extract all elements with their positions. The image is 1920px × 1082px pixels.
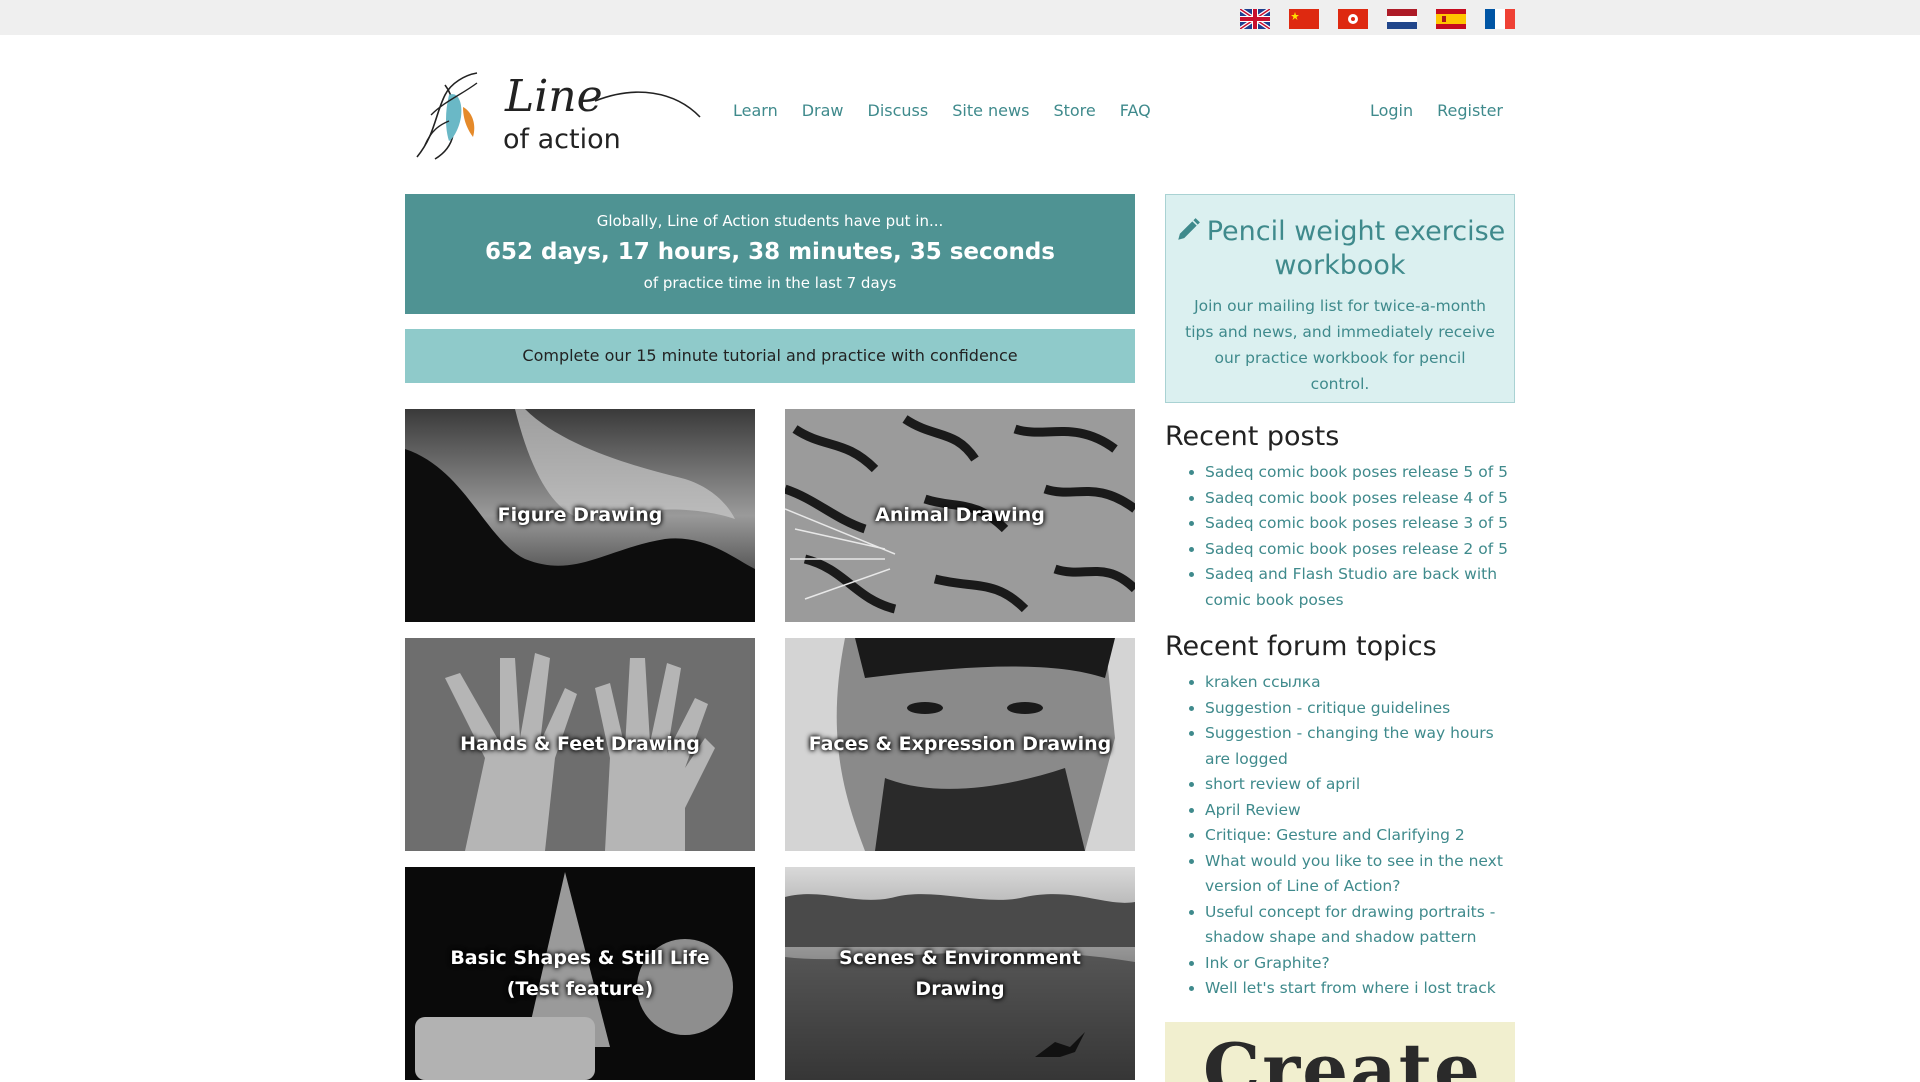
basic-shapes-drawing-tile[interactable]: Basic Shapes & Still Life (Test feature): [405, 867, 755, 1080]
uk-flag-icon[interactable]: [1240, 9, 1270, 29]
figure-drawing-tile[interactable]: Figure Drawing: [405, 409, 755, 622]
stats-suffix: of practice time in the last 7 days: [643, 274, 897, 292]
register-link[interactable]: Register: [1437, 101, 1503, 120]
forum-topic-link[interactable]: kraken ссылка: [1205, 673, 1321, 691]
china-flag-icon[interactable]: [1289, 9, 1319, 29]
scenes-environment-drawing-label: Scenes & Environment Drawing: [839, 946, 1081, 1000]
forum-topics-heading: Recent forum topics: [1165, 631, 1437, 662]
logo-of-action-text: of action: [503, 124, 621, 155]
recent-post-link[interactable]: Sadeq comic book poses release 3 of 5: [1205, 514, 1508, 532]
recent-posts-list: Sadeq comic book poses release 5 of 5 Sa…: [1165, 460, 1515, 613]
list-item: Sadeq comic book poses release 5 of 5: [1205, 460, 1515, 486]
netherlands-flag-icon[interactable]: [1387, 9, 1417, 29]
list-item: Well let's start from where i lost track: [1205, 976, 1515, 1002]
france-flag-icon[interactable]: [1485, 9, 1515, 29]
forum-topic-link[interactable]: Critique: Gesture and Clarifying 2: [1205, 826, 1465, 844]
spain-flag-icon[interactable]: [1436, 9, 1466, 29]
list-item: Useful concept for drawing portraits - s…: [1205, 900, 1515, 951]
figure-drawing-label: Figure Drawing: [497, 504, 663, 526]
basic-shapes-drawing-label: Basic Shapes & Still Life (Test feature): [450, 946, 710, 1000]
nav-site-news-link[interactable]: Site news: [952, 101, 1029, 120]
recent-post-link[interactable]: Sadeq comic book poses release 4 of 5: [1205, 489, 1508, 507]
list-item: What would you like to see in the next v…: [1205, 849, 1515, 900]
forum-topic-link[interactable]: short review of april: [1205, 775, 1360, 793]
sidebar: Pencil weight exercise workbook Join our…: [1165, 194, 1515, 1082]
scenes-environment-drawing-tile[interactable]: Scenes & Environment Drawing: [785, 867, 1135, 1080]
login-link[interactable]: Login: [1370, 101, 1413, 120]
recent-post-link[interactable]: Sadeq comic book poses release 2 of 5: [1205, 540, 1508, 558]
hands-feet-drawing-label: Hands & Feet Drawing: [460, 733, 700, 755]
animal-drawing-tile[interactable]: Animal Drawing: [785, 409, 1135, 622]
forum-topic-link[interactable]: Suggestion - changing the way hours are …: [1205, 724, 1494, 768]
auth-links: Login Register: [1370, 101, 1503, 120]
nav-faq-link[interactable]: FAQ: [1120, 101, 1151, 120]
list-item: Critique: Gesture and Clarifying 2: [1205, 823, 1515, 849]
recent-posts-heading: Recent posts: [1165, 421, 1340, 452]
promo-description: Join our mailing list for twice-a-month …: [1185, 297, 1495, 393]
list-item: Suggestion - critique guidelines: [1205, 696, 1515, 722]
forum-topic-link[interactable]: April Review: [1205, 801, 1301, 819]
nav-learn-link[interactable]: Learn: [733, 101, 778, 120]
forum-topic-link[interactable]: Useful concept for drawing portraits - s…: [1205, 903, 1495, 947]
main-column: Globally, Line of Action students have p…: [405, 194, 1135, 1080]
promo-title-text: Pencil weight exercise workbook: [1206, 216, 1506, 281]
list-item: Suggestion - changing the way hours are …: [1205, 721, 1515, 772]
promo-title: Pencil weight exercise workbook: [1166, 215, 1514, 283]
pencil-icon: [1177, 218, 1200, 240]
animal-drawing-label: Animal Drawing: [875, 504, 1045, 526]
forum-topic-link[interactable]: What would you like to see in the next v…: [1205, 852, 1503, 896]
list-item: kraken ссылка: [1205, 670, 1515, 696]
forum-topic-link[interactable]: Well let's start from where i lost track: [1205, 979, 1496, 997]
workbook-promo[interactable]: Pencil weight exercise workbook Join our…: [1165, 194, 1515, 403]
stats-intro: Globally, Line of Action students have p…: [596, 212, 944, 230]
create-banner[interactable]: Create: [1165, 1022, 1515, 1082]
tutorial-button[interactable]: Complete our 15 minute tutorial and prac…: [405, 329, 1135, 383]
language-flags: [1240, 9, 1515, 29]
list-item: Ink or Graphite?: [1205, 951, 1515, 977]
nav-discuss-link[interactable]: Discuss: [868, 101, 929, 120]
list-item: Sadeq comic book poses release 4 of 5: [1205, 486, 1515, 512]
list-item: Sadeq and Flash Studio are back with com…: [1205, 562, 1515, 613]
list-item: Sadeq comic book poses release 2 of 5: [1205, 537, 1515, 563]
list-item: short review of april: [1205, 772, 1515, 798]
practice-stats-panel: Globally, Line of Action students have p…: [405, 194, 1135, 314]
list-item: Sadeq comic book poses release 3 of 5: [1205, 511, 1515, 537]
stats-total: 652 days, 17 hours, 38 minutes, 35 secon…: [485, 239, 1055, 265]
banner-text: Create: [1203, 1027, 1482, 1082]
nav-store-link[interactable]: Store: [1053, 101, 1095, 120]
faces-expression-drawing-tile[interactable]: Faces & Expression Drawing: [785, 638, 1135, 851]
site-logo[interactable]: Line of action: [405, 55, 705, 163]
recent-post-link[interactable]: Sadeq comic book poses release 5 of 5: [1205, 463, 1508, 481]
forum-topic-link[interactable]: Ink or Graphite?: [1205, 954, 1330, 972]
forum-topic-link[interactable]: Suggestion - critique guidelines: [1205, 699, 1450, 717]
logo-line-text: Line: [504, 71, 603, 122]
hong-kong-flag-icon[interactable]: [1338, 9, 1368, 29]
site-header: Line of action Learn Draw Discuss Site n…: [405, 55, 1515, 165]
faces-expression-drawing-label: Faces & Expression Drawing: [808, 733, 1112, 755]
language-bar: [0, 0, 1920, 35]
list-item: April Review: [1205, 798, 1515, 824]
main-nav: Learn Draw Discuss Site news Store FAQ: [733, 101, 1151, 120]
forum-topics-list: kraken ссылка Suggestion - critique guid…: [1165, 670, 1515, 1002]
hands-feet-drawing-tile[interactable]: Hands & Feet Drawing: [405, 638, 755, 851]
nav-draw-link[interactable]: Draw: [802, 101, 844, 120]
recent-post-link[interactable]: Sadeq and Flash Studio are back with com…: [1205, 565, 1497, 609]
